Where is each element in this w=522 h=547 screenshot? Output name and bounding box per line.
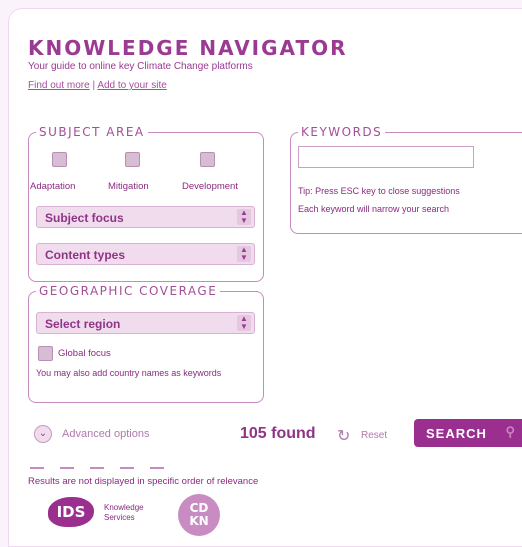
advanced-options-link[interactable]: Advanced options: [62, 428, 149, 440]
divider: [30, 456, 180, 474]
geographic-coverage-fieldset: [28, 291, 264, 403]
page-subtitle: Your guide to online key Climate Change …: [28, 61, 253, 72]
link-separator: |: [92, 80, 96, 91]
chevron-down-icon[interactable]: ⌄: [34, 425, 52, 443]
reset-button[interactable]: Reset: [361, 430, 387, 441]
search-button-label: SEARCH: [426, 426, 487, 441]
search-icon: ⚲: [505, 424, 516, 439]
development-checkbox[interactable]: [200, 152, 215, 167]
subject-focus-value: Subject focus: [45, 211, 124, 225]
mitigation-checkbox[interactable]: [125, 152, 140, 167]
mitigation-label: Mitigation: [108, 181, 149, 192]
select-arrows-icon: ▲ ▼: [237, 246, 251, 262]
header-links: Find out more | Add to your site: [28, 80, 167, 91]
cdkn-logo-line2: KN: [189, 514, 209, 528]
ids-logo[interactable]: IDS: [48, 497, 94, 527]
ids-logo-text: IDS: [56, 503, 86, 521]
content-types-select[interactable]: Content types ▲ ▼: [36, 243, 255, 265]
reset-icon[interactable]: ↻: [337, 426, 350, 446]
subject-area-legend: SUBJECT AREA: [36, 125, 148, 139]
subject-focus-select[interactable]: Subject focus ▲ ▼: [36, 206, 255, 228]
region-select[interactable]: Select region ▲ ▼: [36, 312, 255, 334]
geographic-coverage-legend: GEOGRAPHIC COVERAGE: [36, 284, 221, 298]
search-button[interactable]: SEARCH ⚲: [414, 419, 522, 447]
keywords-hint: Each keyword will narrow your search: [298, 204, 450, 214]
results-note: Results are not displayed in specific or…: [28, 476, 259, 487]
global-focus-label: Global focus: [58, 348, 111, 359]
region-value: Select region: [45, 317, 121, 331]
select-arrows-icon: ▲ ▼: [237, 315, 251, 331]
find-out-more-link[interactable]: Find out more: [28, 80, 90, 91]
ids-text-line2: Services: [104, 513, 135, 522]
ids-text-line1: Knowledge: [104, 503, 144, 512]
select-arrows-icon: ▲ ▼: [237, 209, 251, 225]
adaptation-checkbox[interactable]: [52, 152, 67, 167]
results-count: 105 found: [240, 425, 316, 442]
keywords-input[interactable]: [298, 146, 474, 168]
ids-knowledge-services: Knowledge Services: [104, 503, 144, 523]
keywords-legend: KEYWORDS: [298, 125, 386, 139]
page-title: KNOWLEDGE NAVIGATOR: [28, 36, 348, 60]
keywords-tip: Tip: Press ESC key to close suggestions: [298, 186, 460, 196]
global-focus-checkbox[interactable]: [38, 346, 53, 361]
add-to-site-link[interactable]: Add to your site: [97, 80, 166, 91]
development-label: Development: [182, 181, 238, 192]
cdkn-logo[interactable]: CD KN: [178, 494, 220, 536]
adaptation-label: Adaptation: [30, 181, 76, 192]
content-types-value: Content types: [45, 248, 126, 262]
geo-hint: You may also add country names as keywor…: [36, 368, 222, 378]
